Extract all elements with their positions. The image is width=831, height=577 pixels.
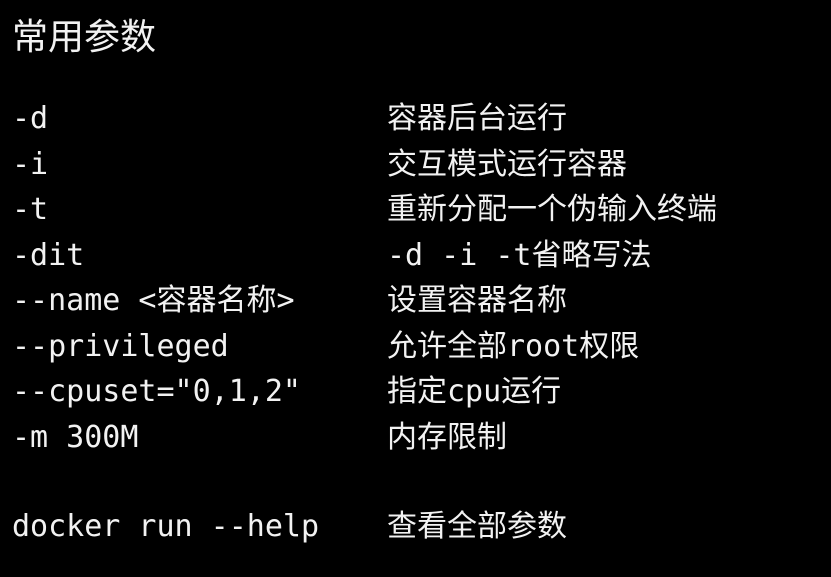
option-list: -d 容器后台运行 -i 交互模式运行容器 -t 重新分配一个伪输入终端 -di… <box>12 96 827 460</box>
option-flag: --privileged <box>12 328 229 364</box>
option-flag: -t <box>12 192 49 227</box>
help-row: docker run --help 查看全部参数 <box>12 504 827 549</box>
option-flag: -m 300M <box>12 419 139 455</box>
option-row-i: -i 交互模式运行容器 <box>12 142 827 188</box>
option-flag: --cpuset="0,1,2" <box>12 374 301 409</box>
option-description: 容器后台运行 <box>387 101 567 136</box>
option-flag: -d <box>12 101 49 136</box>
option-description: 设置容器名称 <box>387 283 567 318</box>
option-row-memory: -m 300M 内存限制 <box>12 415 827 461</box>
option-description: 交互模式运行容器 <box>387 146 627 182</box>
option-description: 允许全部root权限 <box>387 328 640 364</box>
help-description: 查看全部参数 <box>387 509 567 544</box>
option-description: -d -i -t省略写法 <box>387 237 652 273</box>
option-row-cpuset: --cpuset="0,1,2" 指定cpu运行 <box>12 369 827 415</box>
option-row-name: --name <容器名称> 设置容器名称 <box>12 278 827 324</box>
option-flag: --name <容器名称> <box>12 283 295 318</box>
option-description: 内存限制 <box>387 419 507 455</box>
option-row-dit: -dit -d -i -t省略写法 <box>12 233 827 279</box>
option-row-t: -t 重新分配一个伪输入终端 <box>12 187 827 233</box>
option-description: 指定cpu运行 <box>387 374 562 409</box>
option-flag: -i <box>12 146 49 182</box>
help-command: docker run --help <box>12 509 320 544</box>
option-row-d: -d 容器后台运行 <box>12 96 827 142</box>
option-flag: -dit <box>12 237 85 273</box>
option-description: 重新分配一个伪输入终端 <box>387 192 717 227</box>
page-title: 常用参数 <box>12 17 157 58</box>
option-row-privileged: --privileged 允许全部root权限 <box>12 324 827 370</box>
